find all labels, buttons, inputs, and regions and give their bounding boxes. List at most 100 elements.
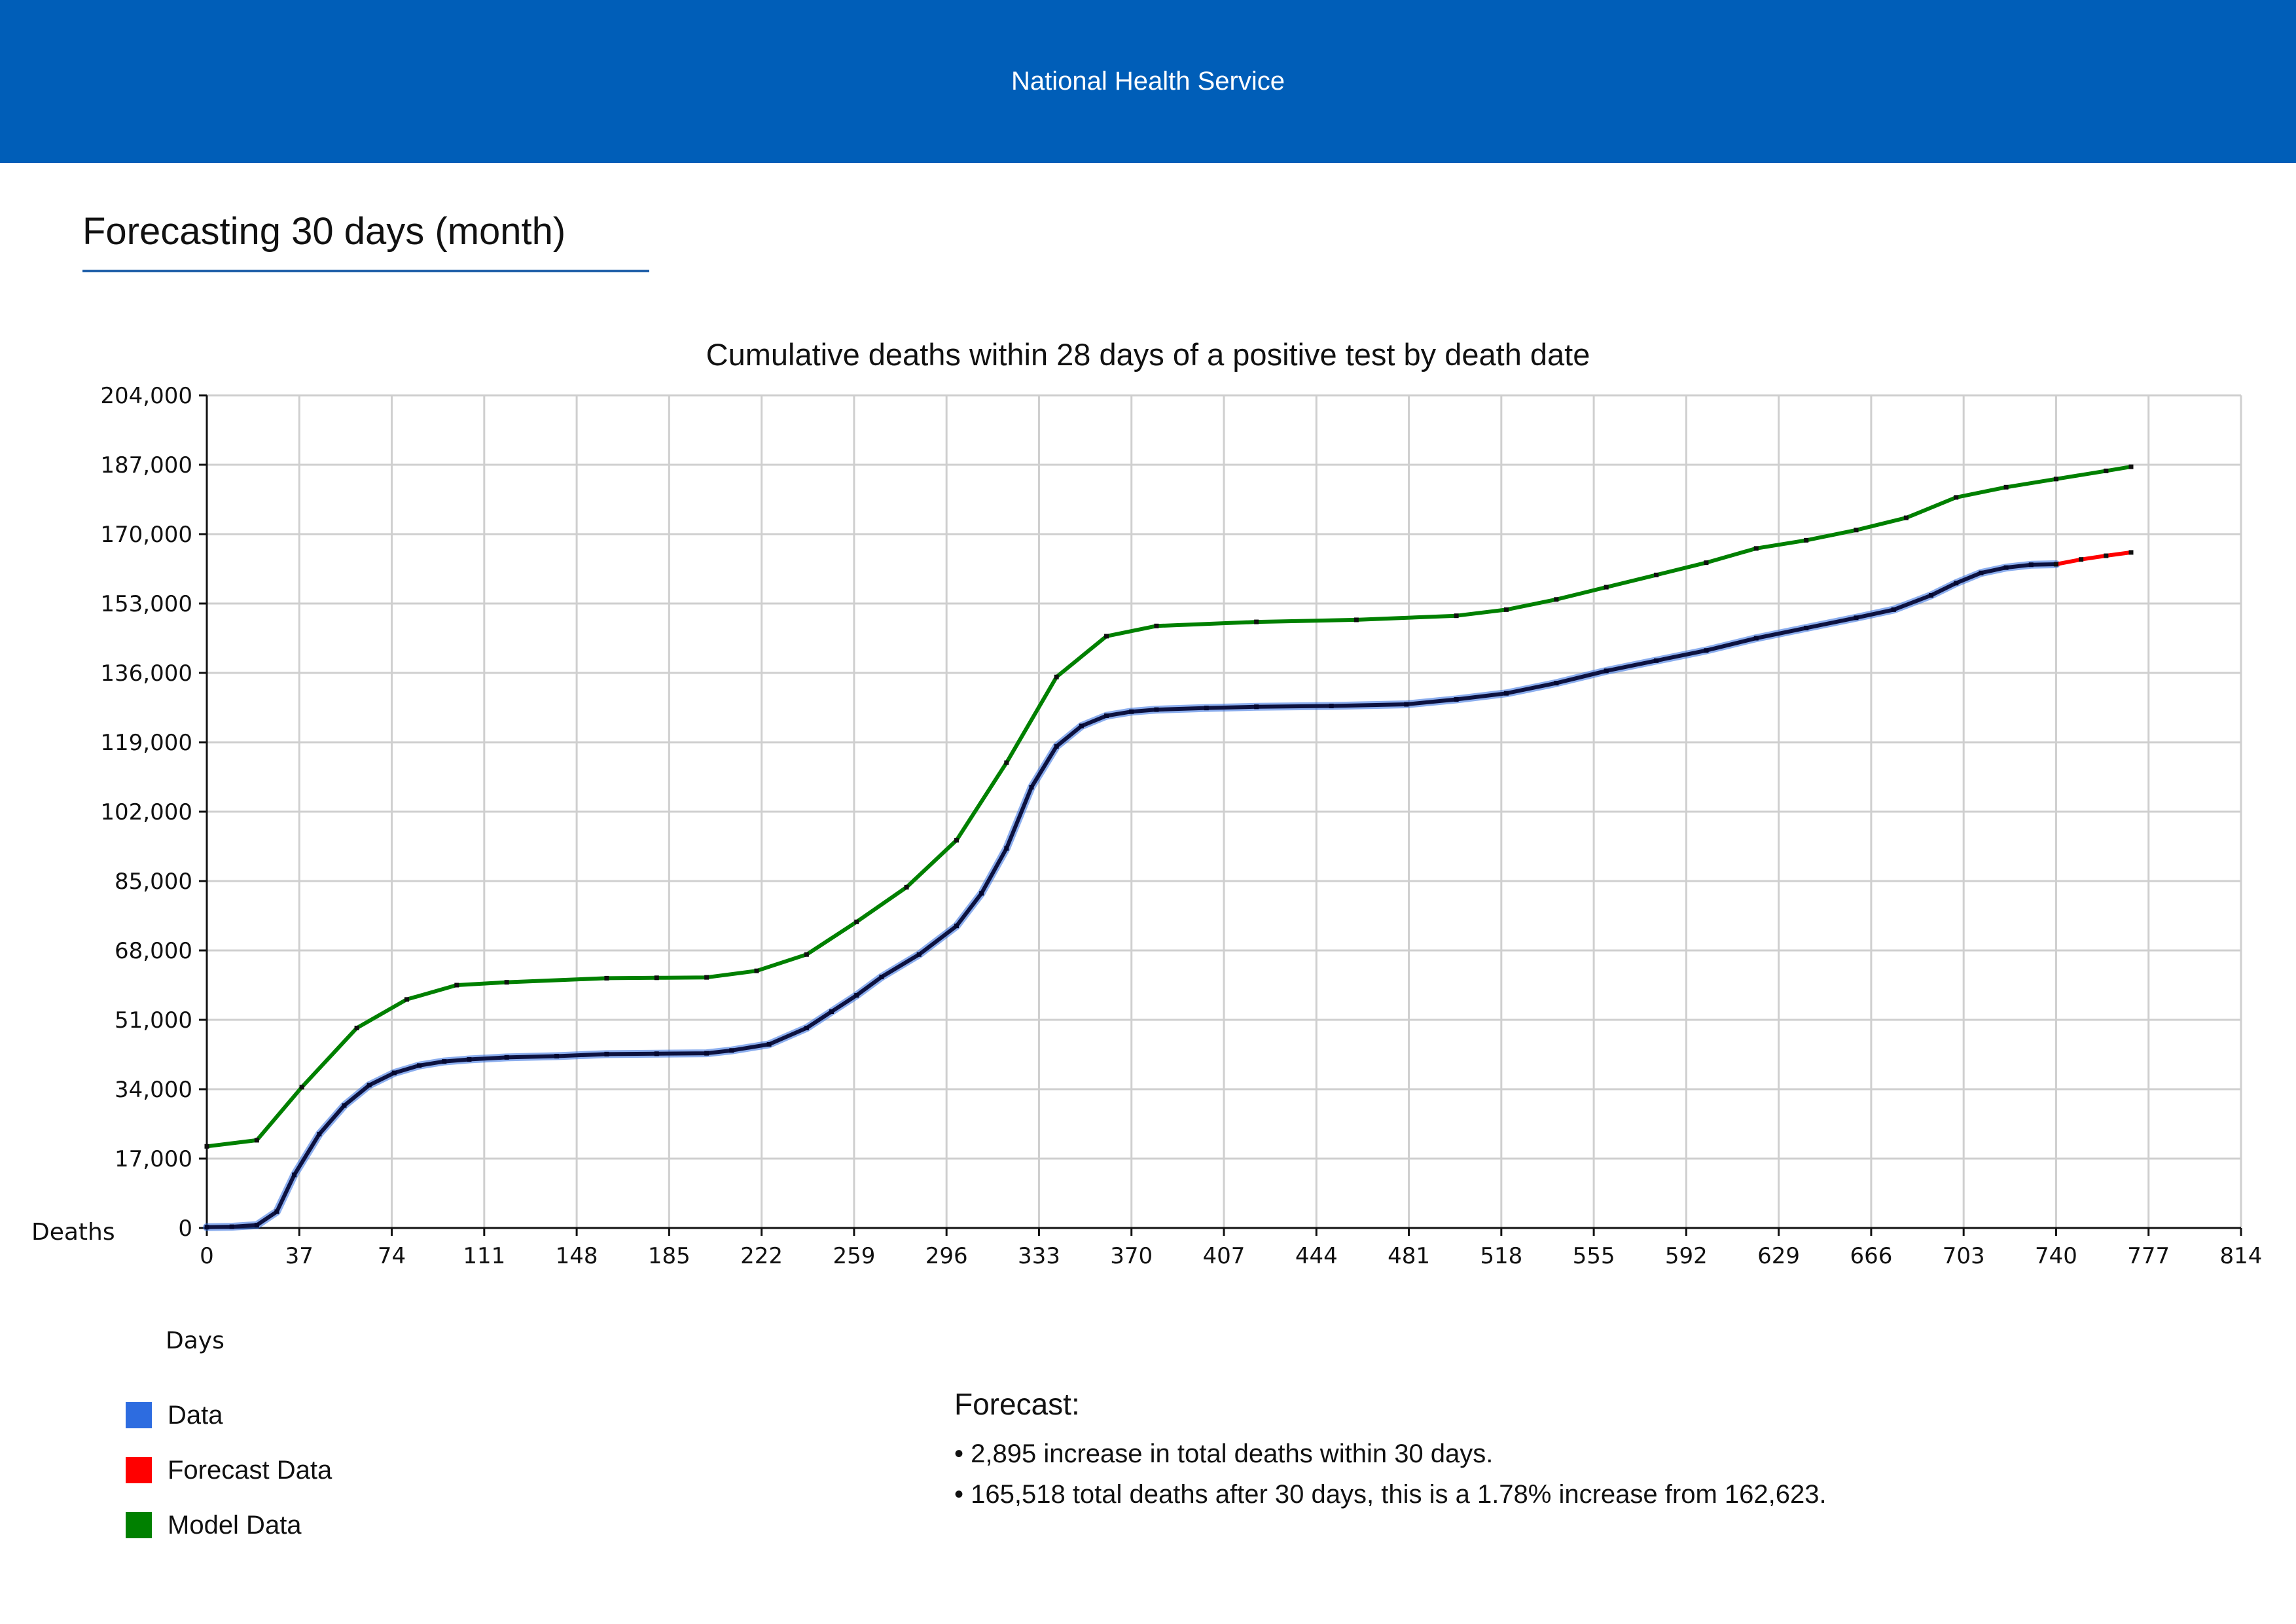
legend-item-data: Data <box>126 1388 332 1443</box>
forecast-summary: Forecast: • 2,895 increase in total deat… <box>954 1386 1827 1515</box>
data-point <box>604 1051 609 1056</box>
model-data-point <box>2128 464 2134 469</box>
x-tick-label: 555 <box>1573 1243 1615 1269</box>
x-tick-label: 629 <box>1757 1243 1800 1269</box>
data-point <box>204 1225 209 1230</box>
data-point <box>292 1172 297 1178</box>
data-point <box>1979 570 1984 575</box>
y-tick-label: 85,000 <box>115 869 192 895</box>
data-point <box>442 1059 447 1064</box>
legend-label-model: Model Data <box>168 1510 302 1540</box>
data-point <box>367 1083 372 1088</box>
model-data-point <box>1503 607 1509 612</box>
data-point <box>1704 648 1709 653</box>
forecast-line-total: • 165,518 total deaths after 30 days, th… <box>954 1480 1827 1509</box>
chart-grid <box>206 394 2242 1229</box>
data-point <box>1404 702 1409 707</box>
data-point <box>1503 691 1509 696</box>
deaths-line-chart: Cumulative deaths within 28 days of a po… <box>31 337 2262 1354</box>
title-underline <box>82 270 649 272</box>
forecast-data-point <box>2079 557 2084 562</box>
y-tick-label: 0 <box>178 1216 192 1242</box>
x-tick-label: 444 <box>1295 1243 1338 1269</box>
model-data-point <box>904 884 909 890</box>
model-data-point <box>1604 585 1609 590</box>
data-point <box>829 1009 834 1015</box>
data-point <box>704 1051 709 1056</box>
data-point <box>1154 707 1159 712</box>
model-data-point <box>1004 760 1009 765</box>
x-tick-label: 148 <box>556 1243 598 1269</box>
data-point <box>1329 704 1334 709</box>
model-data-point <box>299 1085 304 1090</box>
data-point <box>554 1053 560 1058</box>
x-tick-label: 37 <box>285 1243 314 1269</box>
data-point <box>467 1056 472 1062</box>
model-data-point <box>2003 484 2009 490</box>
model-data-point <box>404 997 409 1002</box>
model-data-point <box>804 952 809 957</box>
model-data-point <box>1804 537 1809 543</box>
x-tick-label: 740 <box>2035 1243 2077 1269</box>
model-data-point <box>1454 613 1459 619</box>
x-tick-label: 259 <box>833 1243 875 1269</box>
y-tick-label: 187,000 <box>100 452 192 478</box>
data-point <box>1079 723 1084 729</box>
data-point <box>317 1132 322 1137</box>
x-tick-label: 0 <box>200 1243 214 1269</box>
x-tick-label: 666 <box>1850 1243 1892 1269</box>
data-point <box>979 891 984 896</box>
data-point <box>1804 625 1809 630</box>
model-data-point <box>354 1025 359 1030</box>
data-point <box>1104 713 1109 718</box>
model-data-point <box>1954 495 1959 500</box>
model-data-point <box>1554 597 1559 602</box>
x-tick-label: 185 <box>648 1243 691 1269</box>
page-title: Forecasting 30 days (month) <box>82 210 566 253</box>
y-tick-label: 170,000 <box>100 522 192 548</box>
forecast-data-point <box>2128 550 2134 555</box>
data-point <box>254 1223 259 1228</box>
model-data-point <box>2104 468 2109 473</box>
data-point <box>1554 681 1559 686</box>
model-data-point <box>1903 515 1909 520</box>
data-point <box>916 952 922 957</box>
data-point <box>274 1209 279 1214</box>
x-tick-label: 814 <box>2220 1243 2263 1269</box>
model-data-point <box>1254 619 1259 624</box>
x-axis-label: Days <box>166 1327 224 1354</box>
y-tick-label: 204,000 <box>100 383 192 409</box>
x-tick-label: 370 <box>1110 1243 1153 1269</box>
legend-item-model: Model Data <box>126 1498 332 1553</box>
model-data-point <box>604 975 609 981</box>
data-point <box>654 1051 659 1056</box>
x-tick-label: 407 <box>1203 1243 1246 1269</box>
data-point <box>1654 658 1659 663</box>
y-tick-label: 153,000 <box>100 591 192 617</box>
model-data-point <box>654 975 659 981</box>
data-point <box>1954 581 1959 586</box>
y-axis-label: Deaths <box>31 1219 115 1246</box>
x-tick-label: 703 <box>1943 1243 1985 1269</box>
data-point <box>1129 709 1134 714</box>
legend-swatch-model <box>126 1512 152 1538</box>
model-data-point <box>1704 560 1709 566</box>
data-point <box>1004 846 1009 851</box>
x-tick-label: 333 <box>1018 1243 1060 1269</box>
y-tick-label: 34,000 <box>115 1077 192 1103</box>
x-tick-label: 481 <box>1388 1243 1430 1269</box>
legend-swatch-data <box>126 1402 152 1428</box>
model-data-series-line <box>205 465 2133 1149</box>
data-point <box>2028 562 2034 568</box>
data-point <box>766 1041 772 1047</box>
data-point <box>1254 704 1259 710</box>
chart-legend: Data Forecast Data Model Data <box>126 1388 332 1553</box>
data-point <box>854 993 859 998</box>
header-banner: National Health Service <box>0 0 2296 163</box>
y-tick-label: 102,000 <box>100 799 192 825</box>
data-point <box>1054 744 1059 749</box>
model-data-point <box>854 919 859 924</box>
data-point <box>1454 697 1459 702</box>
model-data-point <box>1054 674 1059 679</box>
chart-axes: 0 37 74 111 148 185 222 259 296 333 370 407 444 481 51… <box>100 383 2262 1269</box>
